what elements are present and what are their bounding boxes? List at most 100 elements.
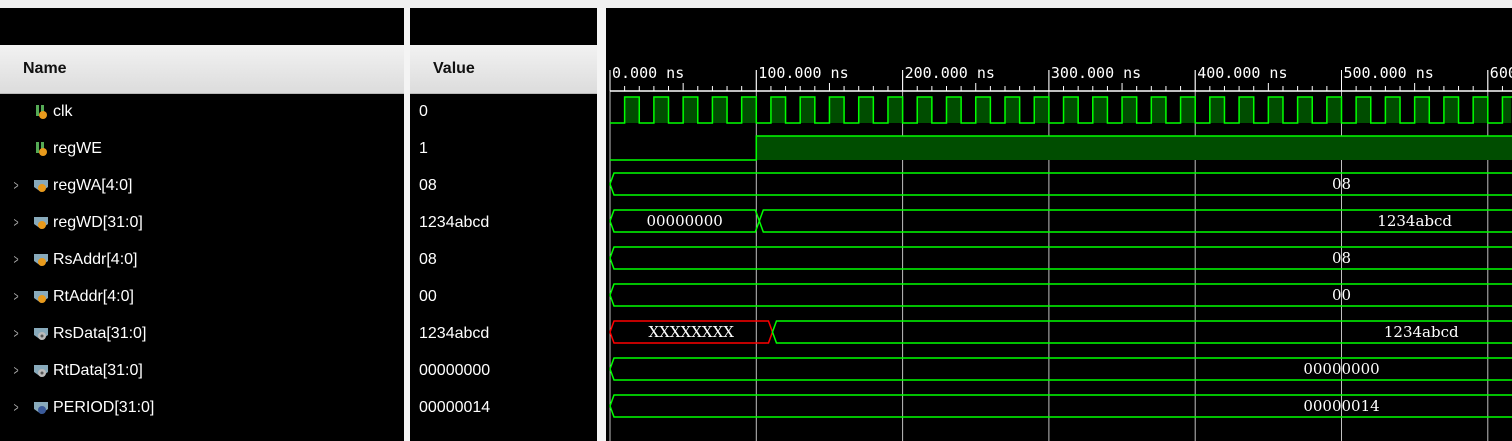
- bus-value-label: 00000000: [646, 212, 722, 230]
- clock-high-fill: [1268, 97, 1283, 123]
- clock-high-fill: [624, 97, 640, 123]
- clock-high-fill: [741, 97, 757, 123]
- bus-value-label: XXXXXXXX: [649, 323, 735, 341]
- clock-high-fill: [887, 97, 903, 123]
- bus-value-label: 00000014: [1303, 397, 1379, 415]
- clock-high-fill: [770, 97, 786, 123]
- signal-value: 08: [419, 177, 437, 194]
- bus-segment: [609, 246, 1512, 270]
- signal-value-row[interactable]: 0: [410, 93, 597, 130]
- time-label: 100.000 ns: [758, 64, 848, 82]
- bus-value-label: 08: [1332, 249, 1351, 267]
- signal-name: clk: [53, 103, 73, 120]
- time-label: 300.000 ns: [1051, 64, 1141, 82]
- signal-value: 1234abcd: [419, 325, 490, 342]
- signal-value-row[interactable]: 08: [410, 167, 597, 204]
- signal-row[interactable]: regWE: [0, 130, 404, 167]
- clock-high-fill: [1473, 97, 1488, 123]
- signal-name: regWA[4:0]: [53, 177, 133, 194]
- bit-signal-icon: [34, 142, 48, 156]
- signal-value: 00000000: [419, 362, 491, 379]
- clock-high-fill: [712, 97, 728, 123]
- clock-high-fill: [1385, 97, 1401, 123]
- value-header-label: Value: [433, 60, 475, 77]
- clock-high-fill: [975, 97, 991, 123]
- signal-row[interactable]: clk: [0, 93, 404, 130]
- signal-name: RsAddr[4:0]: [53, 251, 138, 268]
- time-label: 200.000 ns: [905, 64, 995, 82]
- signal-row[interactable]: > RtData[31:0]: [0, 352, 404, 389]
- clock-high-fill: [1239, 97, 1254, 123]
- expand-chevron-icon[interactable]: >: [14, 278, 19, 315]
- time-label: 400.000 ns: [1197, 64, 1287, 82]
- clock-high-fill: [1180, 97, 1196, 123]
- signal-name: regWE: [53, 140, 102, 157]
- signal-row[interactable]: > PERIOD[31:0]: [0, 389, 404, 426]
- signal-row[interactable]: > regWA[4:0]: [0, 167, 404, 204]
- bit-high-fill: [756, 136, 1512, 160]
- bus-segment: [609, 283, 1512, 307]
- time-label: 500.000 ns: [1344, 64, 1434, 82]
- signal-value-row[interactable]: 00000014: [410, 389, 597, 426]
- bus-value-label: 00000000: [1303, 360, 1379, 378]
- name-header-label: Name: [23, 60, 67, 77]
- value-column-header[interactable]: Value: [410, 45, 597, 94]
- signal-value-row[interactable]: 00: [410, 278, 597, 315]
- clock-high-fill: [1063, 97, 1079, 123]
- clock-high-fill: [946, 97, 962, 123]
- clock-high-fill: [1209, 97, 1225, 123]
- clock-high-fill: [1151, 97, 1166, 123]
- clock-high-fill: [800, 97, 815, 123]
- signal-name: RsData[31:0]: [53, 325, 147, 342]
- signal-value-row[interactable]: 00000000: [410, 352, 597, 389]
- clock-high-fill: [1356, 97, 1371, 123]
- signal-value: 0: [419, 103, 428, 120]
- clock-high-fill: [653, 97, 669, 123]
- signal-row[interactable]: > RtAddr[4:0]: [0, 278, 404, 315]
- signal-value: 1: [419, 140, 428, 157]
- signal-row[interactable]: > RsData[31:0]: [0, 315, 404, 352]
- signal-value-row[interactable]: 08: [410, 241, 597, 278]
- bus-value-label: 00: [1332, 286, 1351, 304]
- name-column-header[interactable]: Name: [0, 45, 404, 94]
- pane-splitter[interactable]: [597, 8, 606, 441]
- bus-segment: [609, 172, 1512, 196]
- signal-value: 1234abcd: [419, 214, 490, 231]
- bus-value-label: 1234abcd: [1384, 323, 1459, 341]
- expand-chevron-icon[interactable]: >: [14, 352, 19, 389]
- bus-value-label: 1234abcd: [1377, 212, 1452, 230]
- time-label: 0.000 ns: [612, 64, 684, 82]
- signal-value: 08: [419, 251, 437, 268]
- waveform-pane[interactable]: 0.000 ns 100.000 ns 200.000 ns 300.000 ns 40…: [606, 8, 1512, 441]
- time-label: 600.000 ns: [1490, 64, 1512, 82]
- signal-value: 00000014: [419, 399, 491, 416]
- clock-high-fill: [1414, 97, 1430, 123]
- signal-row[interactable]: > RsAddr[4:0]: [0, 241, 404, 278]
- expand-chevron-icon[interactable]: >: [14, 241, 19, 278]
- expand-chevron-icon[interactable]: >: [14, 167, 19, 204]
- clock-high-fill: [1297, 97, 1313, 123]
- signal-name: RtAddr[4:0]: [53, 288, 134, 305]
- name-column: Name clk regWE > regWA[4:0] > regWD[31:0] > RsA…: [0, 8, 404, 441]
- signal-name: PERIOD[31:0]: [53, 399, 155, 416]
- clock-high-fill: [1005, 97, 1020, 123]
- output-bus-icon: [34, 327, 48, 341]
- signal-value-row[interactable]: 1: [410, 130, 597, 167]
- expand-chevron-icon[interactable]: >: [14, 315, 19, 352]
- window-top-strip: [0, 0, 1512, 8]
- signal-name: regWD[31:0]: [53, 214, 143, 231]
- value-column: Value 0 1 08 1234abcd 08 00 1234abcd 00000000 00…: [410, 8, 597, 441]
- bit-signal-icon: [34, 105, 48, 119]
- clock-high-fill: [1092, 97, 1108, 123]
- signal-value: 00: [419, 288, 437, 305]
- expand-chevron-icon[interactable]: >: [14, 389, 19, 426]
- expand-chevron-icon[interactable]: >: [14, 204, 19, 241]
- waveform-canvas[interactable]: 0.000 ns 100.000 ns 200.000 ns 300.000 ns 40…: [606, 8, 1512, 441]
- bus-signal-icon: [34, 290, 48, 304]
- clock-high-fill: [917, 97, 932, 123]
- signal-value-row[interactable]: 1234abcd: [410, 204, 597, 241]
- signal-row[interactable]: > regWD[31:0]: [0, 204, 404, 241]
- signal-value-row[interactable]: 1234abcd: [410, 315, 597, 352]
- bus-signal-icon: [34, 179, 48, 193]
- bus-signal-icon: [34, 216, 48, 230]
